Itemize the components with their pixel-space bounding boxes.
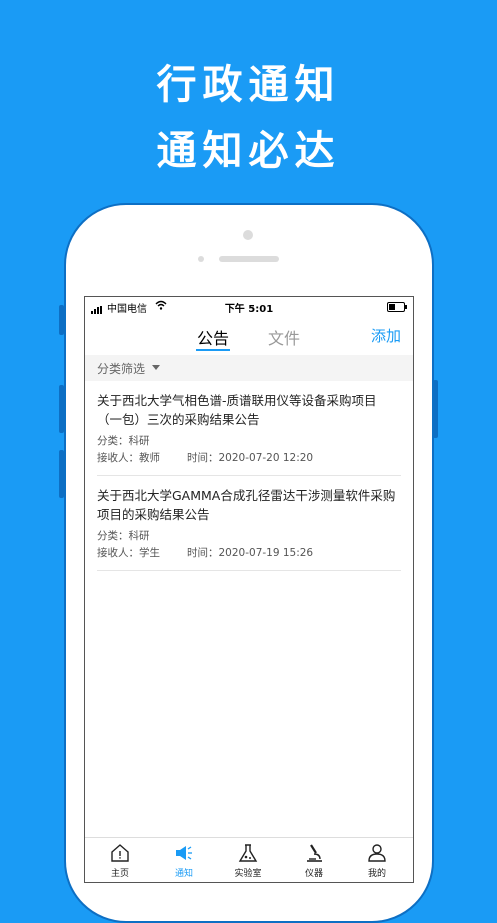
mute-switch <box>59 305 64 335</box>
microscope-icon <box>307 844 322 862</box>
user-icon <box>368 844 386 862</box>
proximity-sensor <box>198 256 204 262</box>
caret-down-icon <box>152 365 160 370</box>
flask-icon <box>238 844 258 862</box>
top-nav: 公告 文件 添加 <box>85 317 413 355</box>
bottom-tab-bar: 主页 通知 实验室 仪器 我的 <box>85 837 413 882</box>
megaphone-icon <box>176 846 192 860</box>
promo-headline-1: 行政通知 <box>156 62 341 108</box>
front-camera <box>243 230 253 240</box>
item-time: 时间：2020-07-19 15:26 <box>187 547 314 559</box>
volume-down-button <box>59 450 64 498</box>
item-receiver: 接收人：学生 <box>97 547 160 559</box>
promo-headline-2: 通知必达 <box>156 128 341 174</box>
filter-label: 分类筛选 <box>97 362 146 376</box>
item-receiver: 接收人：教师 <box>97 452 160 464</box>
item-category: 分类：科研 <box>97 435 150 447</box>
status-bar: 中国电信 下午 5:01 <box>85 297 413 317</box>
list-item[interactable]: 关于西北大学GAMMA合成孔径雷达干涉测量软件采购项目的采购结果公告 分类：科研… <box>97 476 401 571</box>
tab-announcement[interactable]: 公告 <box>197 325 229 349</box>
tabbar-lab[interactable]: 实验室 <box>223 842 273 879</box>
tabbar-notice-label: 通知 <box>174 869 193 879</box>
tabbar-home[interactable]: 主页 <box>95 842 145 879</box>
category-filter[interactable]: 分类筛选 <box>85 355 413 381</box>
item-title: 关于西北大学气相色谱-质谱联用仪等设备采购项目（一包）三次的采购结果公告 <box>97 393 377 427</box>
battery-icon <box>387 302 407 312</box>
notice-list: 关于西北大学气相色谱-质谱联用仪等设备采购项目（一包）三次的采购结果公告 分类：… <box>85 381 413 571</box>
tabbar-instrument-label: 仪器 <box>304 869 323 879</box>
add-button[interactable]: 添加 <box>371 325 401 346</box>
tabbar-notice[interactable]: 通知 <box>159 842 209 879</box>
volume-up-button <box>59 385 64 433</box>
item-time: 时间：2020-07-20 12:20 <box>187 452 314 464</box>
status-time: 下午 5:01 <box>224 304 274 315</box>
app-screen: 中国电信 下午 5:01 公告 文件 添加 分类筛选 关于西北大学气相色谱-质谱… <box>84 296 414 883</box>
power-button <box>433 380 438 438</box>
list-item[interactable]: 关于西北大学气相色谱-质谱联用仪等设备采购项目（一包）三次的采购结果公告 分类：… <box>97 381 401 476</box>
tabbar-mine[interactable]: 我的 <box>352 842 402 879</box>
active-tab-indicator <box>196 349 230 351</box>
tabbar-home-label: 主页 <box>110 869 129 879</box>
tabbar-mine-label: 我的 <box>367 869 386 879</box>
item-category: 分类：科研 <box>97 530 150 542</box>
tabbar-lab-label: 实验室 <box>234 869 262 879</box>
tabbar-instrument[interactable]: 仪器 <box>289 842 339 879</box>
earpiece-speaker <box>219 256 279 262</box>
tab-files[interactable]: 文件 <box>268 325 300 349</box>
item-title: 关于西北大学GAMMA合成孔径雷达干涉测量软件采购项目的采购结果公告 <box>97 488 396 522</box>
home-icon <box>111 844 129 862</box>
